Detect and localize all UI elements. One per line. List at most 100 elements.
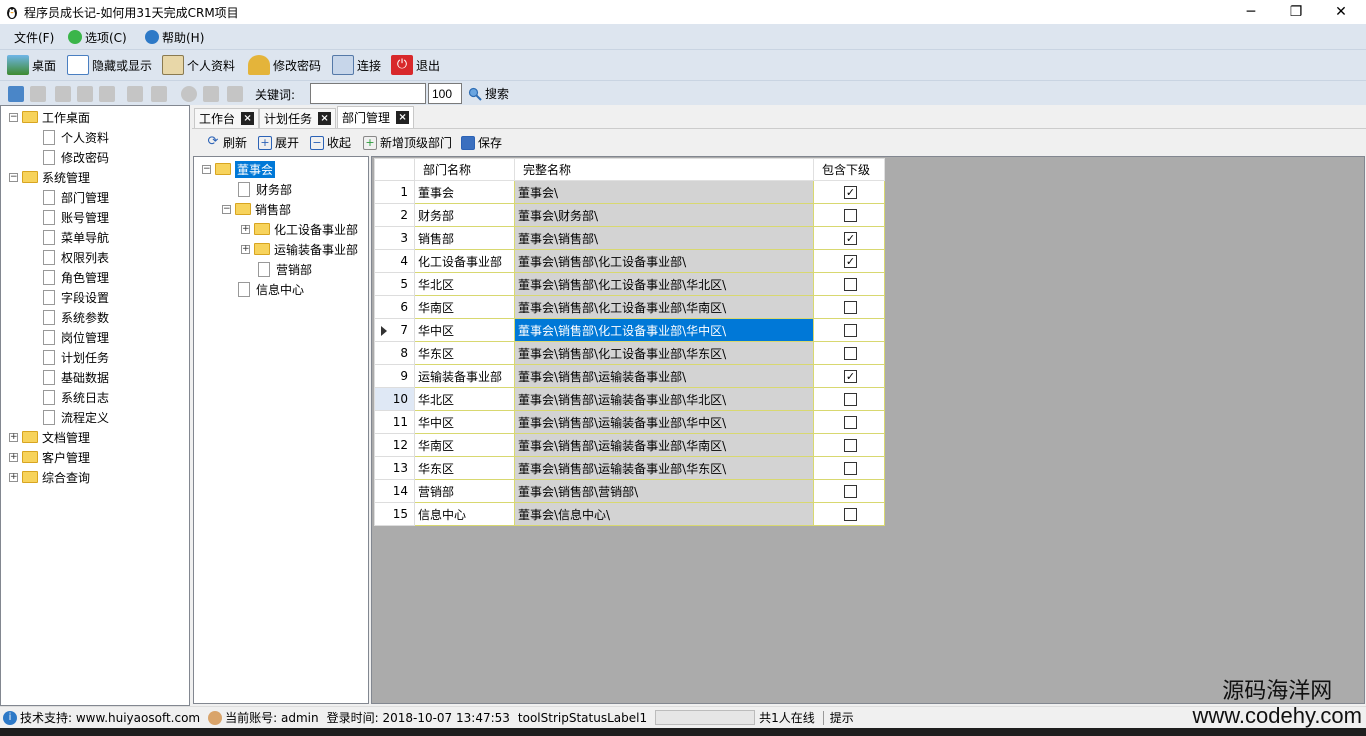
- menu-file[interactable]: 文件(F): [14, 28, 54, 46]
- column-header-full-name[interactable]: 完整名称: [514, 158, 814, 181]
- menu-options[interactable]: 选项(C): [68, 28, 127, 46]
- tree-node-marketing[interactable]: 营销部: [258, 259, 312, 279]
- table-row[interactable]: 13 华东区 董事会\销售部\运输装备事业部\华东区\: [374, 456, 885, 480]
- table-row[interactable]: 3 销售部 董事会\销售部\ ✓: [374, 226, 885, 250]
- nav-item[interactable]: 字段设置: [43, 287, 109, 307]
- table-row[interactable]: 6 华南区 董事会\销售部\化工设备事业部\华南区\: [374, 295, 885, 319]
- collapse-button[interactable]: − 收起: [310, 134, 351, 151]
- exit-button[interactable]: ⏻ 退出: [391, 53, 440, 77]
- nav-item[interactable]: 菜单导航: [43, 227, 109, 247]
- collapse-toggle[interactable]: −: [9, 112, 18, 122]
- table-row[interactable]: 15 信息中心 董事会\信息中心\: [374, 502, 885, 526]
- cell-dept-name[interactable]: 华南区: [414, 433, 515, 457]
- cell-full-name[interactable]: 董事会\销售部\化工设备事业部\华北区\: [514, 272, 814, 296]
- cell-dept-name[interactable]: 华北区: [414, 387, 515, 411]
- include-children-checkbox[interactable]: [844, 324, 857, 337]
- save-button[interactable]: 保存: [461, 134, 502, 151]
- redo-icon[interactable]: [151, 86, 167, 102]
- row-header[interactable]: 8: [374, 341, 415, 365]
- cell-full-name[interactable]: 董事会\销售部\化工设备事业部\华南区\: [514, 295, 814, 319]
- row-header[interactable]: 5: [374, 272, 415, 296]
- include-children-checkbox[interactable]: [844, 347, 857, 360]
- tree-node-info-center[interactable]: 信息中心: [238, 279, 304, 299]
- nav-item[interactable]: 账号管理: [43, 207, 109, 227]
- save-icon[interactable]: [77, 86, 93, 102]
- cell-full-name[interactable]: 董事会\: [514, 180, 814, 204]
- change-password-button[interactable]: 修改密码: [248, 53, 321, 77]
- close-icon[interactable]: ×: [318, 112, 332, 125]
- column-header-name[interactable]: 部门名称: [414, 158, 515, 181]
- cell-dept-name[interactable]: 华东区: [414, 456, 515, 480]
- tab-scheduled-tasks[interactable]: 计划任务 ×: [259, 108, 337, 128]
- cell-include-children[interactable]: [813, 318, 885, 342]
- nav-group[interactable]: + 文档管理: [9, 427, 90, 447]
- nav-item[interactable]: 系统日志: [43, 387, 109, 407]
- cell-include-children[interactable]: ✓: [813, 364, 885, 388]
- cell-full-name[interactable]: 董事会\销售部\营销部\: [514, 479, 814, 503]
- table-row[interactable]: 4 化工设备事业部 董事会\销售部\化工设备事业部\ ✓: [374, 249, 885, 273]
- cell-include-children[interactable]: [813, 341, 885, 365]
- cell-full-name[interactable]: 董事会\销售部\化工设备事业部\华中区\: [514, 318, 814, 342]
- undo-icon[interactable]: [127, 86, 143, 102]
- table-row[interactable]: 8 华东区 董事会\销售部\化工设备事业部\华东区\: [374, 341, 885, 365]
- stop-icon[interactable]: [181, 86, 197, 102]
- table-row[interactable]: 2 财务部 董事会\财务部\: [374, 203, 885, 227]
- row-header[interactable]: 4: [374, 249, 415, 273]
- expand-toggle[interactable]: +: [9, 452, 18, 462]
- expand-button[interactable]: + 展开: [258, 134, 299, 151]
- collapse-toggle[interactable]: −: [9, 172, 18, 182]
- save-all-icon[interactable]: [99, 86, 115, 102]
- cell-full-name[interactable]: 董事会\销售部\化工设备事业部\: [514, 249, 814, 273]
- nav-item[interactable]: 部门管理: [43, 187, 109, 207]
- nav-item[interactable]: 岗位管理: [43, 327, 109, 347]
- cell-dept-name[interactable]: 信息中心: [414, 502, 515, 526]
- cell-dept-name[interactable]: 财务部: [414, 203, 515, 227]
- cell-dept-name[interactable]: 华南区: [414, 295, 515, 319]
- cell-include-children[interactable]: [813, 479, 885, 503]
- minimize-button[interactable]: ─: [1228, 0, 1274, 24]
- tree-node-transport[interactable]: + 运输装备事业部: [241, 239, 358, 259]
- expand-toggle[interactable]: +: [9, 472, 18, 482]
- cell-include-children[interactable]: [813, 203, 885, 227]
- cell-full-name[interactable]: 董事会\销售部\运输装备事业部\: [514, 364, 814, 388]
- nav-item[interactable]: 角色管理: [43, 267, 109, 287]
- nav-item[interactable]: 个人资料: [43, 127, 109, 147]
- cell-dept-name[interactable]: 运输装备事业部: [414, 364, 515, 388]
- close-icon[interactable]: ×: [241, 112, 255, 125]
- include-children-checkbox[interactable]: ✓: [844, 232, 857, 245]
- collapse-toggle[interactable]: −: [222, 204, 231, 214]
- new-icon[interactable]: [55, 86, 71, 102]
- search-button[interactable]: 搜索: [468, 85, 509, 102]
- table-row[interactable]: 1 董事会 董事会\ ✓: [374, 180, 885, 204]
- include-children-checkbox[interactable]: ✓: [844, 370, 857, 383]
- refresh-button[interactable]: ⟳ 刷新: [206, 134, 247, 151]
- nav-group[interactable]: + 综合查询: [9, 467, 90, 487]
- cell-dept-name[interactable]: 营销部: [414, 479, 515, 503]
- row-header[interactable]: 6: [374, 295, 415, 319]
- include-children-checkbox[interactable]: [844, 508, 857, 521]
- nav-item[interactable]: 流程定义: [43, 407, 109, 427]
- close-icon[interactable]: ×: [396, 111, 410, 124]
- cell-include-children[interactable]: [813, 433, 885, 457]
- tab-workbench[interactable]: 工作台 ×: [194, 108, 260, 128]
- nav-item[interactable]: 计划任务: [43, 347, 109, 367]
- cell-full-name[interactable]: 董事会\信息中心\: [514, 502, 814, 526]
- include-children-checkbox[interactable]: [844, 301, 857, 314]
- nav-item[interactable]: 权限列表: [43, 247, 109, 267]
- cell-include-children[interactable]: ✓: [813, 180, 885, 204]
- cell-full-name[interactable]: 董事会\销售部\运输装备事业部\华南区\: [514, 433, 814, 457]
- table-row[interactable]: 9 运输装备事业部 董事会\销售部\运输装备事业部\ ✓: [374, 364, 885, 388]
- cell-dept-name[interactable]: 销售部: [414, 226, 515, 250]
- refresh-icon[interactable]: [8, 86, 24, 102]
- desktop-button[interactable]: 桌面: [7, 53, 56, 77]
- include-children-checkbox[interactable]: [844, 485, 857, 498]
- include-children-checkbox[interactable]: [844, 462, 857, 475]
- row-header[interactable]: 7: [374, 318, 415, 342]
- keyword-input[interactable]: [310, 83, 426, 104]
- cell-include-children[interactable]: [813, 272, 885, 296]
- cell-dept-name[interactable]: 化工设备事业部: [414, 249, 515, 273]
- column-header-include-children[interactable]: 包含下级: [813, 158, 885, 181]
- cell-full-name[interactable]: 董事会\销售部\运输装备事业部\华中区\: [514, 410, 814, 434]
- include-children-checkbox[interactable]: [844, 416, 857, 429]
- print-icon[interactable]: [203, 86, 219, 102]
